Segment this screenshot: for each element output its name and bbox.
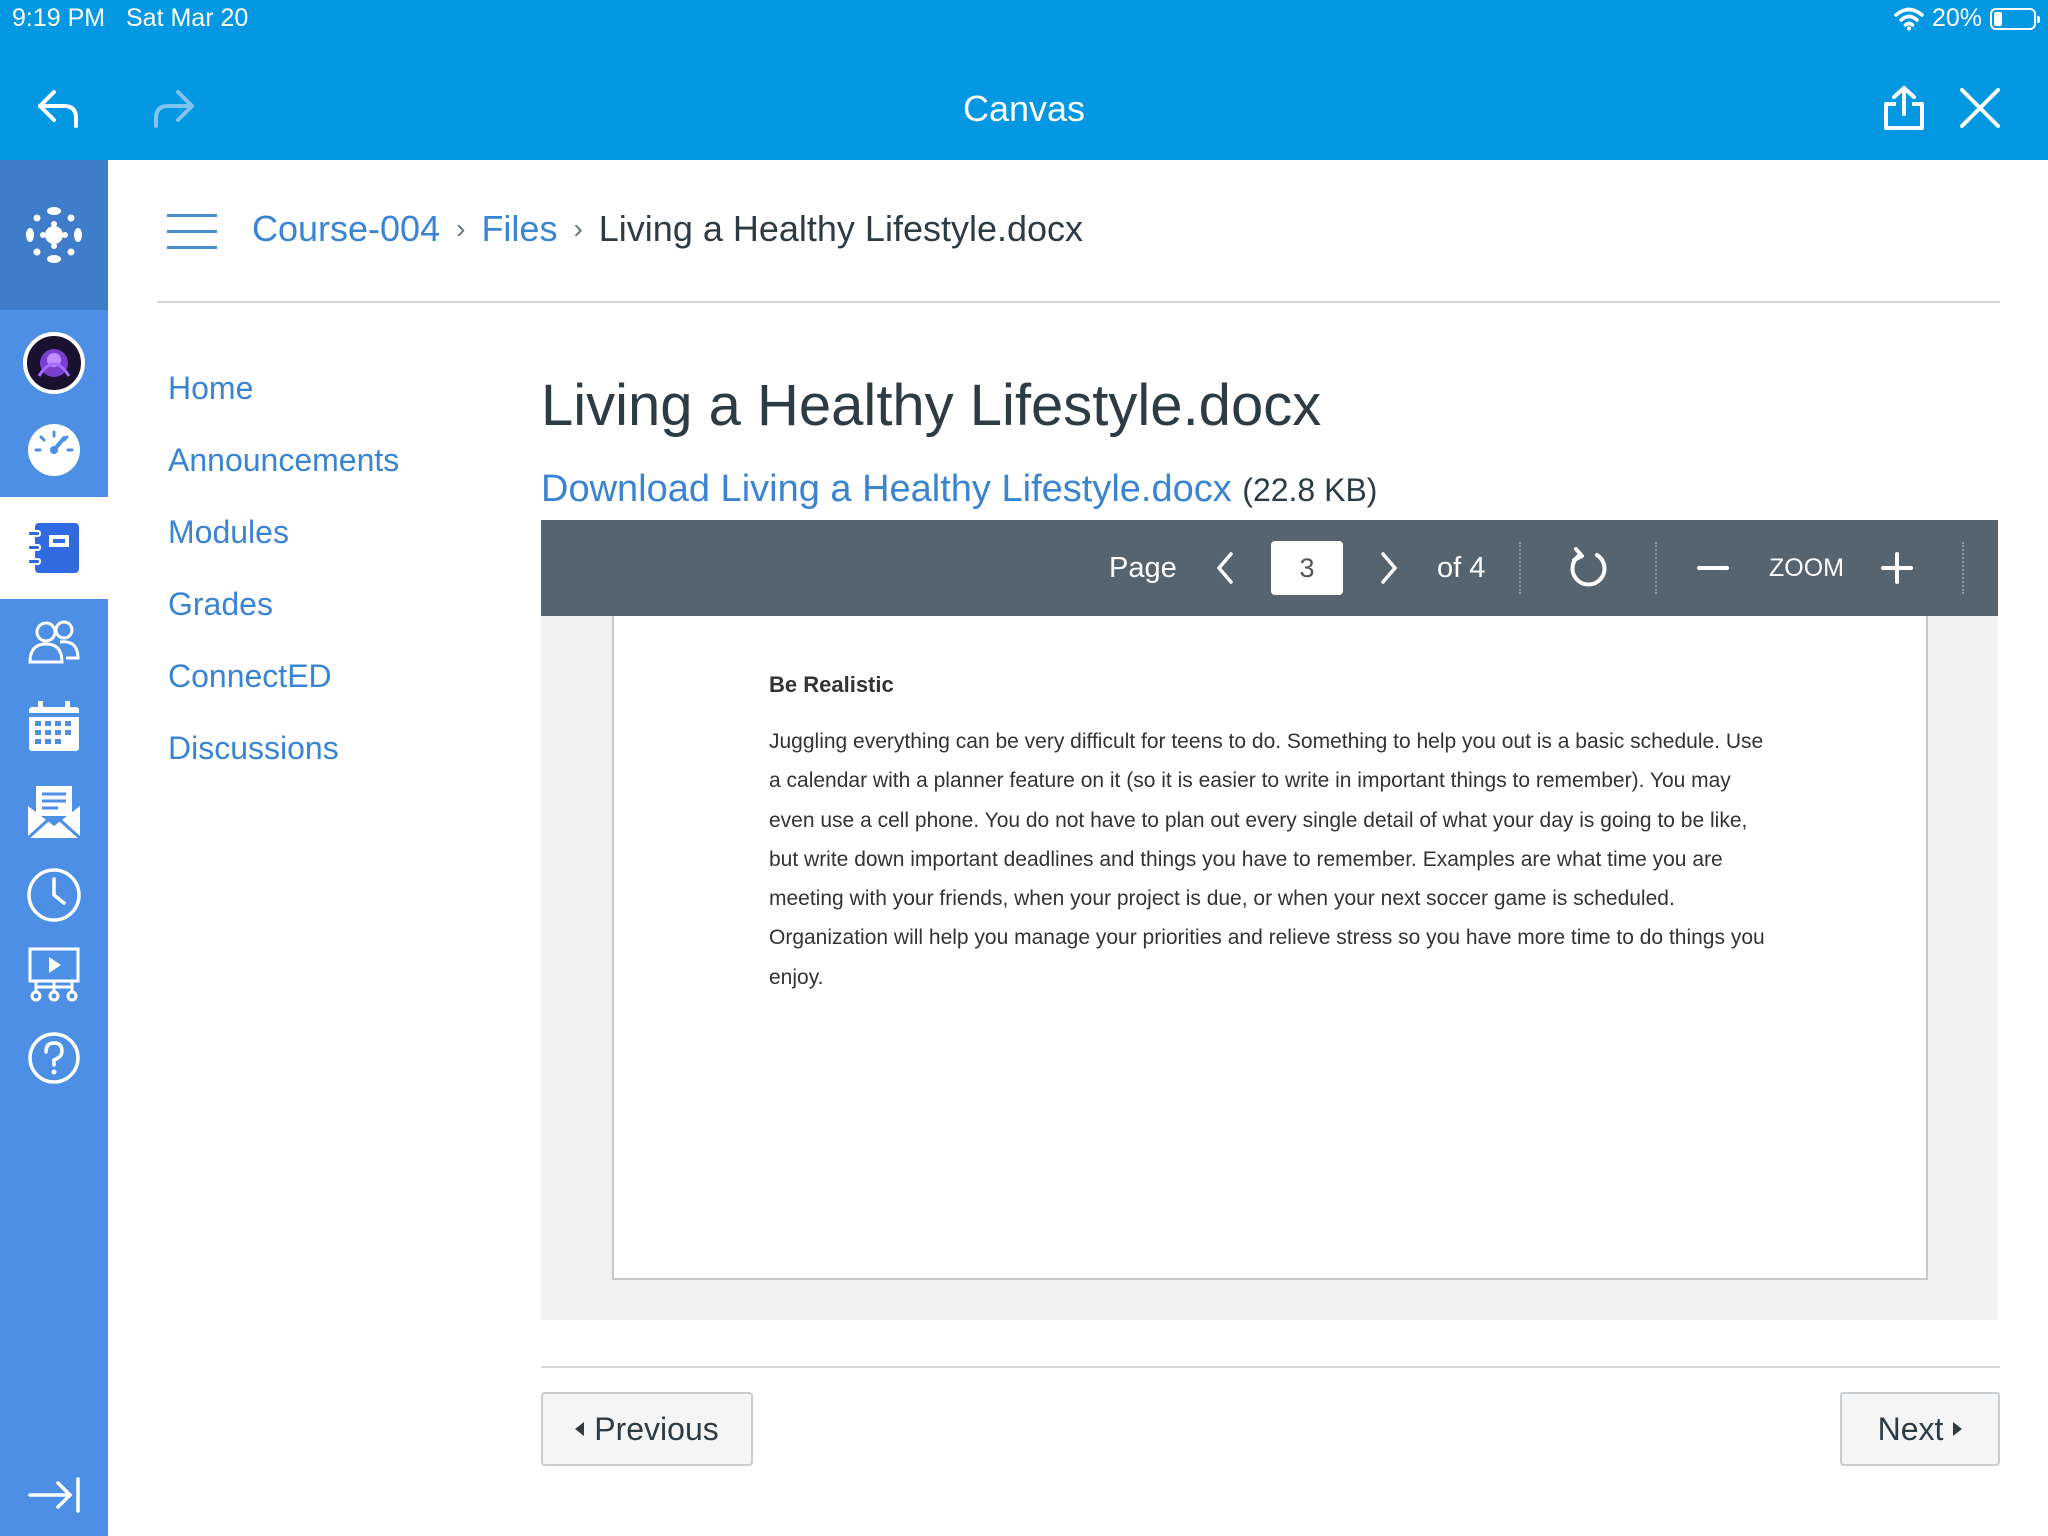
help-icon bbox=[28, 1032, 80, 1084]
canvas-logo-icon bbox=[26, 207, 82, 263]
page-label: Page bbox=[1109, 551, 1177, 584]
divider bbox=[157, 301, 2000, 303]
course-nav-modules[interactable]: Modules bbox=[168, 509, 399, 581]
course-navigation: Home Announcements Modules Grades Connec… bbox=[168, 365, 399, 797]
browser-header: 9:19 PM Sat Mar 20 20% Canvas bbox=[0, 0, 2048, 160]
page-number-input[interactable]: 3 bbox=[1271, 541, 1343, 595]
course-nav-connected[interactable]: ConnectED bbox=[168, 653, 399, 725]
close-icon[interactable] bbox=[1956, 84, 2004, 132]
zoom-in-button[interactable] bbox=[1881, 520, 1913, 616]
zoom-label: ZOOM bbox=[1769, 553, 1844, 582]
groups-icon bbox=[28, 620, 80, 664]
collapse-nav-icon bbox=[28, 1477, 80, 1513]
rotate-button[interactable] bbox=[1567, 520, 1609, 616]
gn-inbox[interactable] bbox=[0, 772, 108, 852]
chevron-left-icon bbox=[1217, 552, 1233, 584]
next-label: Next bbox=[1877, 1410, 1944, 1447]
inbox-icon bbox=[26, 786, 82, 840]
rotate-icon bbox=[1570, 547, 1607, 587]
file-size: (22.8 KB) bbox=[1242, 472, 1378, 508]
calendar-icon bbox=[29, 701, 79, 751]
document-heading: Be Realistic bbox=[769, 672, 894, 697]
gn-groups[interactable] bbox=[0, 606, 108, 680]
chevron-right-icon: › bbox=[456, 213, 466, 244]
course-nav-discussions[interactable]: Discussions bbox=[168, 725, 399, 797]
caret-left-icon bbox=[575, 1422, 585, 1436]
gn-dashboard[interactable] bbox=[0, 410, 108, 490]
hamburger-line bbox=[167, 246, 217, 249]
status-indicators: 20% bbox=[1894, 4, 2040, 33]
breadcrumb-course[interactable]: Course-004 bbox=[252, 208, 440, 250]
previous-label: Previous bbox=[594, 1410, 719, 1447]
next-button[interactable]: Next bbox=[1840, 1392, 2000, 1466]
caret-right-icon bbox=[1953, 1422, 1963, 1436]
next-page-button[interactable] bbox=[1375, 520, 1403, 616]
breadcrumb-current: Living a Healthy Lifestyle.docx bbox=[598, 208, 1084, 249]
gn-commons[interactable] bbox=[0, 935, 108, 1015]
document-body: Juggling everything can be very difficul… bbox=[769, 730, 1765, 989]
document-page: Be Realistic Juggling everything can be … bbox=[612, 616, 1928, 1280]
breadcrumb: Course-004 › Files › Living a Healthy Li… bbox=[252, 208, 1083, 250]
chevron-right-icon bbox=[1381, 552, 1397, 584]
breadcrumb-files[interactable]: Files bbox=[481, 208, 557, 250]
course-menu-toggle[interactable] bbox=[167, 214, 217, 250]
gn-courses[interactable] bbox=[0, 497, 108, 599]
gn-collapse[interactable] bbox=[0, 1460, 108, 1530]
global-navigation bbox=[0, 160, 108, 1536]
battery-icon bbox=[1990, 7, 2040, 30]
course-nav-announcements[interactable]: Announcements bbox=[168, 437, 399, 509]
gn-account[interactable] bbox=[0, 323, 108, 403]
viewer-toolbar: Page 3 of 4 ZOOM bbox=[541, 520, 1998, 616]
hamburger-line bbox=[167, 230, 217, 233]
toolbar-divider bbox=[1519, 542, 1521, 594]
courses-icon bbox=[27, 523, 79, 573]
gn-history[interactable] bbox=[0, 855, 108, 935]
toolbar-divider bbox=[1655, 542, 1657, 594]
plus-icon bbox=[1881, 552, 1913, 584]
zoom-out-button[interactable] bbox=[1697, 520, 1729, 616]
commons-icon bbox=[28, 947, 80, 1002]
prev-page-button[interactable] bbox=[1211, 520, 1239, 616]
gn-calendar[interactable] bbox=[0, 686, 108, 766]
page-title: Living a Healthy Lifestyle.docx bbox=[541, 373, 1322, 438]
hamburger-line bbox=[167, 214, 217, 217]
page-total: of 4 bbox=[1437, 551, 1486, 584]
course-nav-home[interactable]: Home bbox=[168, 365, 399, 437]
battery-percent: 20% bbox=[1931, 4, 1982, 32]
chevron-right-icon: › bbox=[573, 213, 583, 244]
battery-level bbox=[1994, 11, 2002, 26]
dashboard-icon bbox=[28, 424, 80, 476]
status-time: 9:19 PM bbox=[12, 4, 106, 32]
document-viewer: Page 3 of 4 ZOOM Be Realistic Juggling e… bbox=[541, 520, 1998, 1320]
account-avatar-icon bbox=[23, 332, 85, 394]
download-line: Download Living a Healthy Lifestyle.docx… bbox=[541, 468, 1377, 511]
divider bbox=[541, 1366, 2000, 1368]
minus-icon bbox=[1697, 566, 1729, 570]
status-date: Sat Mar 20 bbox=[126, 4, 249, 32]
wifi-icon bbox=[1894, 7, 1924, 30]
previous-button[interactable]: Previous bbox=[541, 1392, 753, 1466]
gn-help[interactable] bbox=[0, 1018, 108, 1098]
gn-home[interactable] bbox=[0, 160, 108, 310]
share-icon[interactable] bbox=[1880, 84, 1928, 132]
history-icon bbox=[27, 868, 81, 922]
download-link[interactable]: Download Living a Healthy Lifestyle.docx bbox=[541, 468, 1232, 510]
course-nav-grades[interactable]: Grades bbox=[168, 581, 399, 653]
window-title: Canvas bbox=[962, 88, 1086, 129]
toolbar-divider bbox=[1962, 542, 1964, 594]
